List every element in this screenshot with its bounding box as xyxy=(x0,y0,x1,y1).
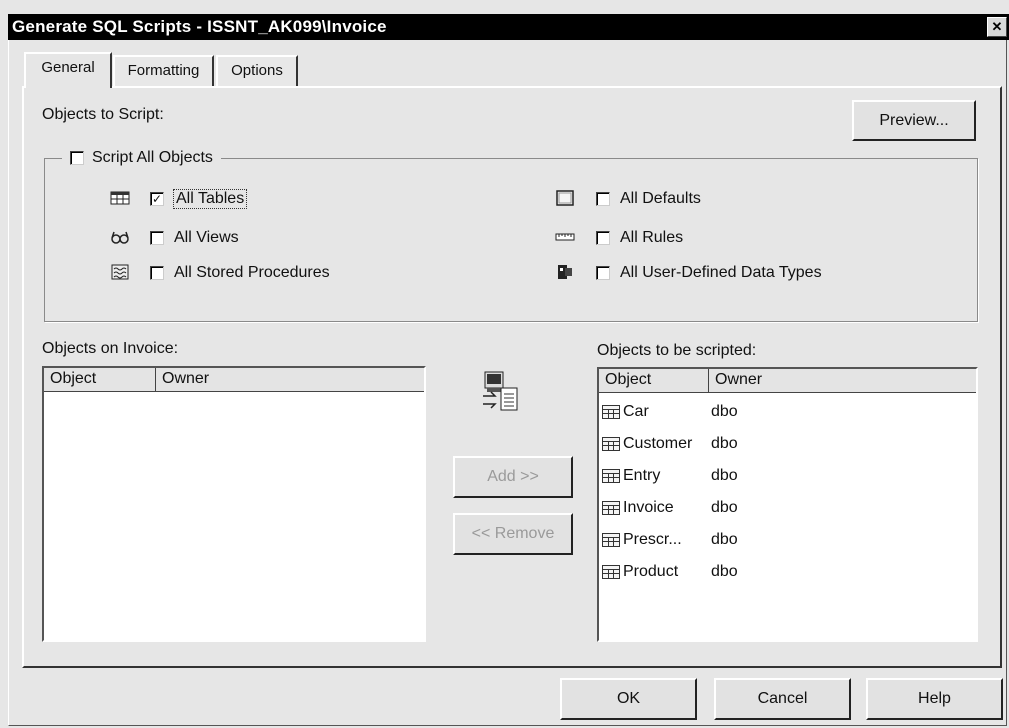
object-name: Entry xyxy=(623,467,661,484)
tab-options[interactable]: Options xyxy=(216,55,298,86)
all-stored-procedures-option[interactable]: All Stored Procedures xyxy=(150,264,330,282)
list-item-customer[interactable]: Customer dbo xyxy=(602,428,738,460)
objects-to-be-scripted-label: Objects to be scripted: xyxy=(597,342,757,359)
left-column-object[interactable]: Object xyxy=(44,368,156,392)
help-button-label: Help xyxy=(918,690,951,707)
all-tables-checkbox[interactable]: ✓ xyxy=(150,192,164,206)
left-list-header: Object Owner xyxy=(44,368,424,392)
tab-general[interactable]: General xyxy=(24,52,112,88)
tab-formatting-label: Formatting xyxy=(127,62,200,79)
all-defaults-option[interactable]: All Defaults xyxy=(596,190,701,208)
all-tables-option[interactable]: ✓ All Tables xyxy=(150,189,248,209)
add-button-label: Add >> xyxy=(487,468,539,485)
all-views-option[interactable]: All Views xyxy=(150,229,239,247)
object-owner: dbo xyxy=(711,499,738,516)
object-name: Product xyxy=(623,563,679,580)
cancel-button-label: Cancel xyxy=(757,690,808,707)
list-item-product[interactable]: Product dbo xyxy=(602,556,738,588)
user-defined-type-icon xyxy=(555,264,575,285)
object-name: Prescr... xyxy=(623,531,682,548)
tab-formatting[interactable]: Formatting xyxy=(113,55,214,86)
table-icon xyxy=(602,565,620,579)
objects-on-invoice-label: Objects on Invoice: xyxy=(42,340,179,357)
all-rules-checkbox[interactable] xyxy=(596,231,610,245)
objects-to-be-scripted-list[interactable]: Object Owner Car dbo Customer dbo Entry … xyxy=(597,367,978,642)
window-title: Generate SQL Scripts - ISSNT_AK099\Invoi… xyxy=(12,17,387,36)
object-name: Customer xyxy=(623,435,693,452)
cancel-button[interactable]: Cancel xyxy=(714,678,851,720)
list-item-invoice[interactable]: Invoice dbo xyxy=(602,492,738,524)
all-user-defined-types-checkbox[interactable] xyxy=(596,266,610,280)
table-icon xyxy=(602,405,620,419)
all-user-defined-types-option[interactable]: All User-Defined Data Types xyxy=(596,264,822,282)
right-column-object[interactable]: Object xyxy=(599,369,709,393)
tab-general-label: General xyxy=(41,59,95,76)
script-all-label: Script All Objects xyxy=(92,149,213,166)
ok-button-label: OK xyxy=(616,690,641,707)
ok-button[interactable]: OK xyxy=(560,678,697,720)
all-rules-label: All Rules xyxy=(620,229,684,246)
object-name: Car xyxy=(623,403,649,420)
object-owner: dbo xyxy=(711,467,738,484)
all-views-checkbox[interactable] xyxy=(150,231,164,245)
close-button[interactable]: ✕ xyxy=(987,17,1007,37)
list-item-prescr[interactable]: Prescr... dbo xyxy=(602,524,738,556)
object-owner: dbo xyxy=(711,435,738,452)
help-button[interactable]: Help xyxy=(866,678,1003,720)
remove-button-label: << Remove xyxy=(471,525,555,542)
table-icon xyxy=(602,437,620,451)
object-owner: dbo xyxy=(711,563,738,580)
all-views-label: All Views xyxy=(174,229,239,246)
list-item-entry[interactable]: Entry dbo xyxy=(602,460,738,492)
all-defaults-label: All Defaults xyxy=(620,190,701,207)
script-all-checkbox-row[interactable]: Script All Objects xyxy=(62,148,221,168)
table-icon xyxy=(602,501,620,515)
script-all-checkbox[interactable] xyxy=(70,151,84,165)
left-column-owner[interactable]: Owner xyxy=(156,368,424,392)
default-icon xyxy=(555,190,575,211)
all-tables-label: All Tables xyxy=(172,189,248,209)
list-item-car[interactable]: Car dbo xyxy=(602,396,738,428)
objects-to-script-label: Objects to Script: xyxy=(42,106,164,123)
all-defaults-checkbox[interactable] xyxy=(596,192,610,206)
rule-icon xyxy=(555,229,575,250)
all-stored-procedures-label: All Stored Procedures xyxy=(174,264,330,281)
table-icon xyxy=(602,533,620,547)
tab-options-label: Options xyxy=(231,62,283,79)
preview-button-label: Preview... xyxy=(879,112,949,129)
remove-button[interactable]: << Remove xyxy=(453,513,573,555)
close-icon: ✕ xyxy=(991,19,1003,34)
add-button[interactable]: Add >> xyxy=(453,456,573,498)
object-name: Invoice xyxy=(623,499,674,516)
transfer-icon xyxy=(481,370,521,419)
object-owner: dbo xyxy=(711,403,738,420)
stored-procedure-icon xyxy=(110,264,130,285)
table-icon xyxy=(602,469,620,483)
title-bar: Generate SQL Scripts - ISSNT_AK099\Invoi… xyxy=(8,14,1009,40)
preview-button[interactable]: Preview... xyxy=(852,100,976,141)
all-stored-procedures-checkbox[interactable] xyxy=(150,266,164,280)
right-column-owner[interactable]: Owner xyxy=(709,369,976,393)
object-owner: dbo xyxy=(711,531,738,548)
table-icon xyxy=(110,190,130,211)
view-icon xyxy=(110,229,130,250)
objects-on-invoice-list[interactable]: Object Owner xyxy=(42,366,426,642)
all-user-defined-types-label: All User-Defined Data Types xyxy=(620,264,822,281)
right-list-header: Object Owner xyxy=(599,369,976,393)
all-rules-option[interactable]: All Rules xyxy=(596,229,683,247)
